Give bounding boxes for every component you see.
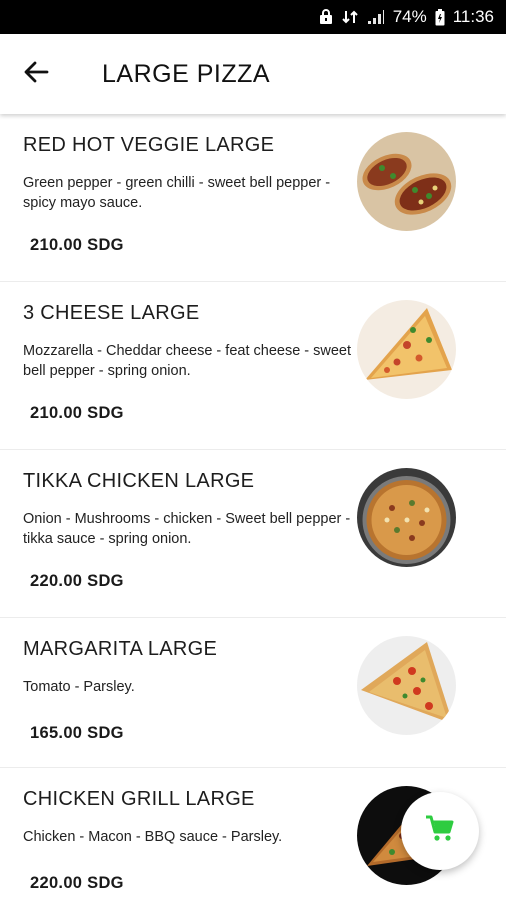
signal-icon [367, 9, 385, 25]
item-description: Tomato - Parsley. [23, 679, 135, 695]
item-description: Green pepper - green chilli - sweet bell… [23, 175, 331, 211]
item-price: 210.00 SDG [30, 404, 124, 422]
item-name: 3 CHEESE LARGE [23, 302, 200, 324]
battery-percent: 74% [392, 7, 427, 26]
pizza-image [357, 468, 456, 567]
item-name: CHICKEN GRILL LARGE [23, 788, 255, 810]
status-bar: 74% 11:36 [0, 0, 506, 34]
page-title: LARGE PIZZA [102, 59, 271, 88]
list-item[interactable]: TIKKA CHICKEN LARGE Onion - Mushrooms - … [0, 450, 506, 618]
clock: 11:36 [452, 7, 494, 26]
product-list: RED HOT VEGGIE LARGE Green pepper - gree… [0, 114, 506, 900]
item-price: 220.00 SDG [30, 874, 124, 892]
item-description: Chicken - Macon - BBQ sauce - Parsley. [23, 829, 283, 845]
item-name: MARGARITA LARGE [23, 638, 218, 660]
list-item[interactable]: RED HOT VEGGIE LARGE Green pepper - gree… [0, 114, 506, 282]
item-name: TIKKA CHICKEN LARGE [23, 470, 255, 492]
item-price: 165.00 SDG [30, 724, 124, 742]
item-description: Mozzarella - Cheddar cheese - feat chees… [23, 343, 352, 379]
app-bar: LARGE PIZZA [0, 34, 506, 114]
shopping-cart-icon [425, 815, 455, 848]
data-transfer-icon [341, 9, 359, 25]
item-price: 220.00 SDG [30, 572, 124, 590]
pizza-image [357, 300, 456, 399]
pizza-image [357, 636, 456, 735]
arrow-left-icon [23, 60, 49, 89]
item-name: RED HOT VEGGIE LARGE [23, 134, 275, 156]
lock-icon [319, 9, 333, 25]
pizza-image [357, 132, 456, 231]
item-price: 210.00 SDG [30, 236, 124, 254]
cart-button[interactable] [401, 792, 479, 870]
list-item[interactable]: MARGARITA LARGE Tomato - Parsley. 165.00… [0, 618, 506, 768]
back-button[interactable] [8, 46, 64, 102]
battery-icon [435, 8, 445, 26]
item-description: Onion - Mushrooms - chicken - Sweet bell… [23, 511, 351, 547]
list-item[interactable]: 3 CHEESE LARGE Mozzarella - Cheddar chee… [0, 282, 506, 450]
